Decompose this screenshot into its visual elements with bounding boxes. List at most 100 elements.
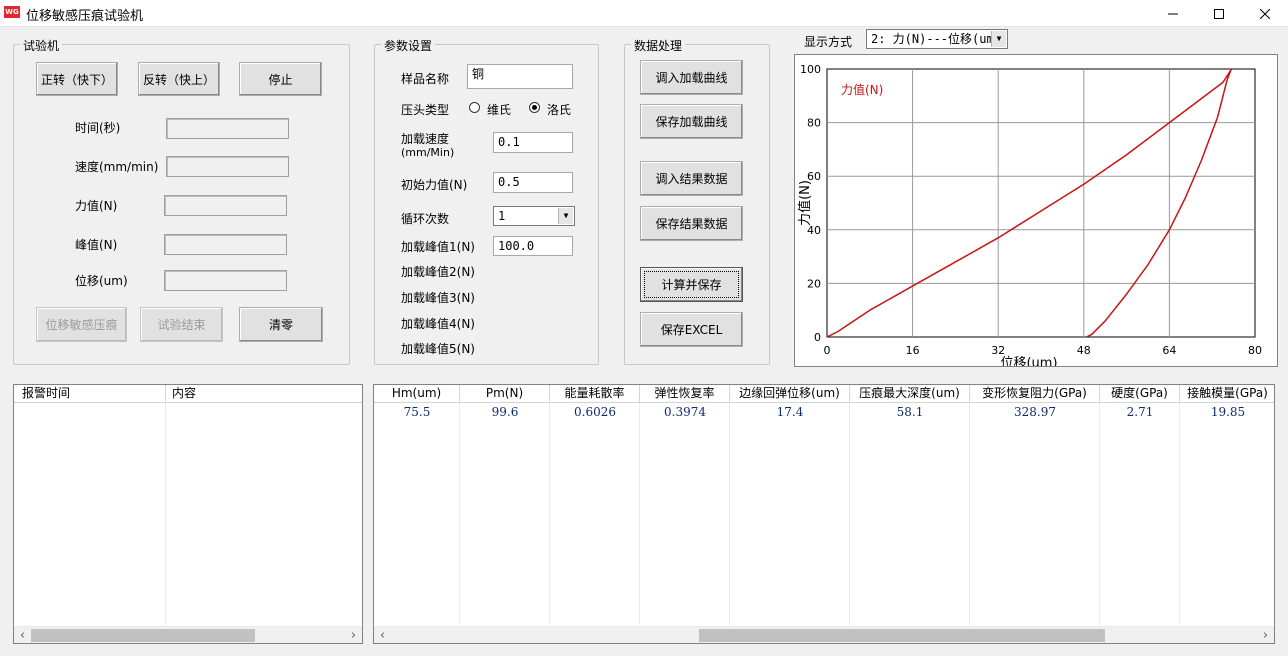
result-header-hardness[interactable]: 硬度(GPa): [1100, 385, 1180, 403]
close-icon: [1260, 8, 1270, 19]
y-axis-label: 力值(N): [797, 180, 813, 226]
save-result-button[interactable]: 保存结果数据: [640, 206, 743, 241]
app-icon: WG: [4, 6, 20, 18]
load-speed-label: 加载速度 (mm/Min): [401, 132, 454, 160]
result-grid-line: [849, 403, 850, 625]
scroll-left-icon[interactable]: ‹: [14, 627, 31, 643]
display-mode-label: 显示方式: [804, 35, 853, 49]
cell-modulus: 19.85: [1210, 405, 1246, 419]
cell-rebound: 17.4: [776, 405, 804, 419]
alarm-scroll-thumb[interactable]: [31, 629, 255, 642]
save-excel-button[interactable]: 保存EXCEL: [640, 312, 743, 347]
result-grid-line: [1099, 403, 1100, 625]
peak5-label: 加载峰值5(N): [401, 342, 475, 356]
x-tick-label: 64: [1162, 344, 1176, 357]
cell-depth: 58.1: [896, 405, 924, 419]
result-header-depth[interactable]: 压痕最大深度(um): [850, 385, 970, 403]
x-tick-label: 16: [906, 344, 920, 357]
indenter-type-label: 压头类型: [401, 103, 450, 117]
vickers-radio[interactable]: [469, 102, 480, 113]
scroll-left-icon[interactable]: ‹: [374, 627, 391, 643]
stop-button[interactable]: 停止: [239, 62, 322, 96]
time-field: [166, 118, 289, 139]
result-header-energy[interactable]: 能量耗散率: [550, 385, 640, 403]
force-field: [164, 195, 287, 216]
calculate-save-button[interactable]: 计算并保存: [640, 267, 743, 302]
display-mode-value: 2: 力(N)---位移(um: [871, 32, 994, 46]
load-speed-label-line2: (mm/Min): [401, 146, 455, 159]
load-speed-label-line1: 加载速度: [401, 132, 450, 146]
plot-area: [826, 68, 1256, 338]
speed-field: [166, 156, 289, 177]
load-speed-input[interactable]: 0.1: [493, 132, 573, 153]
peak4-label: 加载峰值4(N): [401, 317, 475, 331]
result-hscrollbar[interactable]: ‹ ›: [374, 626, 1274, 643]
chart-frame: 0 16 32 48 64 80 0 20 40 60 80 100 位移(um) 力值(N) 力值(N): [794, 54, 1278, 367]
peak-label: 峰值(N): [75, 238, 118, 252]
result-scroll-thumb[interactable]: [699, 629, 1105, 642]
processing-group-title: 数据处理: [631, 37, 686, 54]
y-tick-label: 0: [814, 331, 821, 344]
minimize-icon: [1168, 13, 1178, 14]
cycle-count-select[interactable]: 1 ▼: [493, 206, 575, 226]
rockwell-radio[interactable]: [529, 102, 540, 113]
result-grid-line: [459, 403, 460, 625]
sample-name-label: 样品名称: [401, 72, 450, 86]
peak1-input[interactable]: 100.0: [493, 236, 573, 256]
chevron-down-icon[interactable]: ▼: [558, 208, 573, 224]
scroll-right-icon[interactable]: ›: [345, 627, 362, 643]
maximize-button[interactable]: [1196, 0, 1242, 27]
result-header-modulus[interactable]: 接触模量(GPa): [1180, 385, 1274, 403]
alarm-hscrollbar[interactable]: ‹ ›: [14, 626, 362, 643]
y-tick-label: 20: [807, 277, 821, 290]
alarm-header-content[interactable]: 内容: [166, 385, 362, 403]
result-panel: Hm(um) Pm(N) 能量耗散率 弹性恢复率 边缘回弹位移(um) 压痕最大…: [373, 384, 1275, 644]
chevron-down-icon[interactable]: ▼: [991, 31, 1006, 47]
scroll-right-icon[interactable]: ›: [1257, 627, 1274, 643]
result-grid-line: [1179, 403, 1180, 625]
forward-button[interactable]: 正转（快下）: [36, 62, 118, 96]
cell-elastic: 0.3974: [664, 405, 706, 419]
cell-energy: 0.6026: [574, 405, 616, 419]
x-tick-label: 0: [824, 344, 831, 357]
result-header-pm[interactable]: Pm(N): [460, 385, 550, 403]
initial-force-input[interactable]: 0.5: [493, 172, 573, 193]
save-curve-button[interactable]: 保存加载曲线: [640, 104, 743, 139]
load-curve-button[interactable]: 调入加载曲线: [640, 60, 743, 95]
x-axis-label: 位移(um): [1000, 356, 1057, 366]
legend-label: 力值(N): [841, 82, 883, 97]
end-test-button[interactable]: 试验结束: [140, 307, 223, 342]
speed-label: 速度(mm/min): [75, 160, 159, 174]
peak3-label: 加载峰值3(N): [401, 291, 475, 305]
force-displacement-chart: 0 16 32 48 64 80020406080100位移(um)力值(N)力值(N): [797, 63, 1262, 366]
result-grid-line: [549, 403, 550, 625]
result-header-resistance[interactable]: 变形恢复阻力(GPa): [970, 385, 1100, 403]
result-header-elastic[interactable]: 弹性恢复率: [640, 385, 730, 403]
peak-field: [164, 234, 287, 255]
displacement-label: 位移(um): [75, 274, 128, 288]
minimize-button[interactable]: [1150, 0, 1196, 27]
window-title: 位移敏感压痕试验机: [26, 9, 144, 24]
app-window: WG 位移敏感压痕试验机 试验机 正转（快下） 反转（快上） 停止 时间(秒) …: [0, 0, 1288, 656]
maximize-icon: [1214, 8, 1224, 19]
rockwell-label: 洛氏: [547, 103, 572, 117]
cycle-count-value: 1: [498, 209, 506, 223]
result-grid-line: [969, 403, 970, 625]
load-result-button[interactable]: 调入结果数据: [640, 161, 743, 196]
zero-button[interactable]: 清零: [239, 307, 323, 342]
reverse-button[interactable]: 反转（快上）: [138, 62, 220, 96]
machine-group-title: 试验机: [20, 37, 63, 54]
sample-name-input[interactable]: 铜: [467, 64, 573, 89]
params-group-title: 参数设置: [381, 37, 436, 54]
result-header-rebound[interactable]: 边缘回弹位移(um): [730, 385, 850, 403]
cell-resistance: 328.97: [1014, 405, 1056, 419]
force-label: 力值(N): [75, 199, 118, 213]
peak2-label: 加载峰值2(N): [401, 265, 475, 279]
cell-pm: 99.6: [491, 405, 519, 419]
indent-button[interactable]: 位移敏感压痕: [36, 307, 127, 342]
result-header-hm[interactable]: Hm(um): [374, 385, 460, 403]
alarm-header-time[interactable]: 报警时间: [14, 385, 166, 403]
result-grid-line: [729, 403, 730, 625]
display-mode-select[interactable]: 2: 力(N)---位移(um ▼: [866, 29, 1008, 49]
close-button[interactable]: [1242, 0, 1288, 27]
